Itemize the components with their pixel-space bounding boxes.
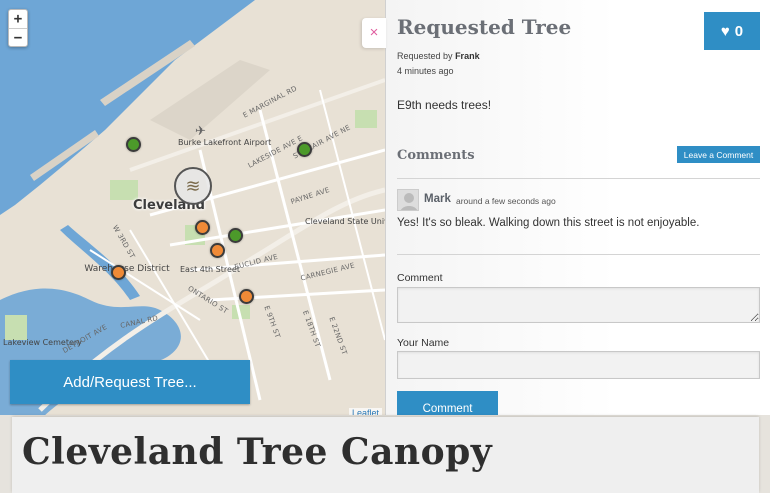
add-request-tree-button[interactable]: Add/Request Tree... bbox=[10, 360, 250, 404]
like-count: 0 bbox=[734, 22, 744, 40]
user-icon bbox=[400, 193, 418, 210]
like-button[interactable]: ♥ 0 bbox=[704, 12, 760, 50]
heart-icon: ♥ bbox=[720, 22, 730, 40]
tree-marker-planted[interactable] bbox=[126, 137, 141, 152]
tree-marker-requested[interactable] bbox=[111, 265, 126, 280]
tree-marker-requested[interactable] bbox=[195, 220, 210, 235]
leave-comment-button[interactable]: Leave a Comment bbox=[677, 146, 760, 163]
comment-author: Mark bbox=[424, 193, 451, 205]
app-title: Cleveland Tree Canopy bbox=[22, 431, 493, 473]
comment-text: Yes! It's so bleak. Walking down this st… bbox=[397, 217, 700, 229]
divider bbox=[397, 178, 760, 179]
panel-title: Requested Tree bbox=[397, 15, 572, 39]
request-time: 4 minutes ago bbox=[397, 66, 454, 76]
map[interactable]: ✈ + − Burke Lakefront Airport Cleveland … bbox=[0, 0, 385, 420]
name-field-label: Your Name bbox=[397, 337, 450, 349]
selected-tree-marker[interactable]: ≋ bbox=[174, 167, 212, 205]
avatar bbox=[397, 189, 419, 211]
banner-inner: Cleveland Tree Canopy bbox=[12, 417, 759, 493]
comment-textarea[interactable] bbox=[397, 287, 760, 323]
steam-icon: ≋ bbox=[185, 175, 201, 196]
cemetery-label: Lakeview Cemetery bbox=[3, 338, 82, 347]
warehouse-district-label: Warehouse District bbox=[84, 264, 170, 274]
tree-marker-requested[interactable] bbox=[210, 243, 225, 258]
requested-by-prefix: Requested by bbox=[397, 51, 453, 61]
zoom-control: + − bbox=[8, 9, 28, 47]
east-4th-label: East 4th Street bbox=[180, 265, 240, 274]
svg-text:✈: ✈ bbox=[195, 124, 206, 139]
airport-label: Burke Lakefront Airport bbox=[178, 138, 272, 147]
comment-time: around a few seconds ago bbox=[456, 196, 556, 206]
comments-heading: Comments bbox=[397, 148, 475, 163]
tree-detail-panel: Requested Tree ♥ 0 Requested by Frank 4 … bbox=[385, 0, 770, 420]
zoom-in-button[interactable]: + bbox=[9, 10, 27, 28]
divider bbox=[397, 254, 760, 255]
tree-marker-requested[interactable] bbox=[239, 289, 254, 304]
tree-marker-planted[interactable] bbox=[297, 142, 312, 157]
tree-marker-planted[interactable] bbox=[228, 228, 243, 243]
title-banner: Cleveland Tree Canopy bbox=[0, 415, 770, 493]
comment-field-label: Comment bbox=[397, 272, 443, 284]
requester-name: Frank bbox=[455, 51, 480, 61]
close-panel-button[interactable]: × bbox=[362, 18, 386, 48]
name-input[interactable] bbox=[397, 351, 760, 379]
tree-description: E9th needs trees! bbox=[397, 98, 492, 112]
zoom-out-button[interactable]: − bbox=[9, 28, 27, 46]
requested-by-line: Requested by Frank bbox=[397, 51, 480, 61]
university-label: Cleveland State University bbox=[305, 217, 385, 226]
